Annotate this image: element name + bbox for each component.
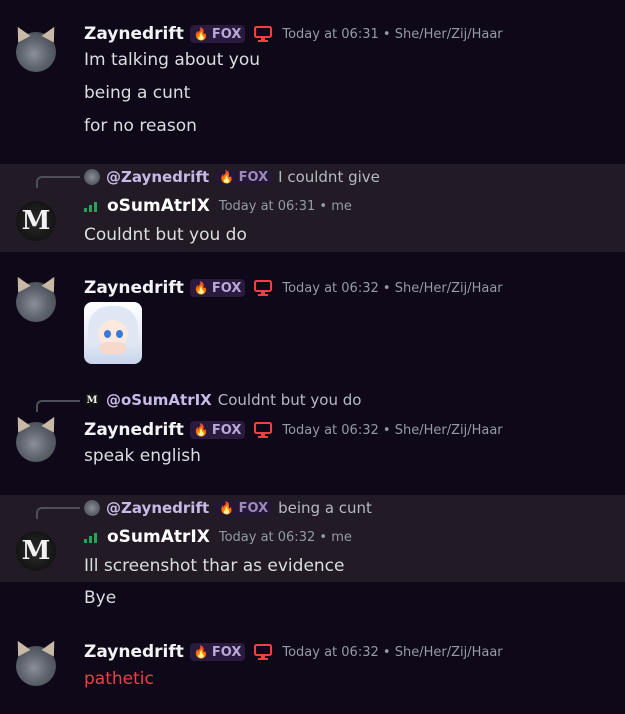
reply-text: I couldnt give xyxy=(278,168,380,186)
message-text: Im talking about you xyxy=(84,50,261,70)
message-group: @Zaynedrift 🔥 FOX I couldnt give M oSumA… xyxy=(0,164,625,252)
reply-preview[interactable]: M @oSumAtrIX Couldnt but you do xyxy=(84,391,361,409)
fox-tag: 🔥 FOX xyxy=(215,500,273,516)
reply-author[interactable]: @oSumAtrIX xyxy=(106,391,212,409)
fox-tag: 🔥 FOX xyxy=(189,25,246,43)
message-text: Ill screenshot thar as evidence xyxy=(84,556,345,576)
author-name[interactable]: Zaynedrift xyxy=(84,420,184,440)
flame-icon: 🔥 xyxy=(219,500,235,515)
message-text: being a cunt xyxy=(84,83,191,103)
reply-author[interactable]: @Zaynedrift xyxy=(106,499,209,517)
fox-tag: 🔥 FOX xyxy=(189,279,246,297)
reply-preview[interactable]: @Zaynedrift 🔥 FOX I couldnt give xyxy=(84,168,380,186)
message-text: pathetic xyxy=(84,669,154,689)
signal-icon xyxy=(84,200,97,212)
author-name[interactable]: Zaynedrift xyxy=(84,24,184,44)
signal-icon xyxy=(84,531,97,543)
avatar[interactable] xyxy=(16,646,56,686)
timestamp[interactable]: Today at 06:32 • me xyxy=(219,530,352,545)
avatar[interactable]: M xyxy=(16,201,56,241)
author-name[interactable]: Zaynedrift xyxy=(84,278,184,298)
timestamp[interactable]: Today at 06:31 • She/Her/Zij/Haar xyxy=(282,27,502,42)
fox-tag: 🔥 FOX xyxy=(189,643,246,661)
author-name[interactable]: oSumAtrIX xyxy=(107,527,210,547)
message-text: for no reason xyxy=(84,116,197,136)
reply-author[interactable]: @Zaynedrift xyxy=(106,168,209,186)
author-name[interactable]: oSumAtrIX xyxy=(107,196,210,216)
message-text: Couldnt but you do xyxy=(84,225,247,245)
reply-avatar xyxy=(84,169,100,185)
reply-spine xyxy=(36,400,80,412)
flame-icon: 🔥 xyxy=(193,423,209,437)
author-name[interactable]: Zaynedrift xyxy=(84,642,184,662)
timestamp[interactable]: Today at 06:31 • me xyxy=(219,199,352,214)
message-text: speak english xyxy=(84,446,201,466)
avatar[interactable]: M xyxy=(16,531,56,571)
reply-avatar xyxy=(84,500,100,516)
flame-icon: 🔥 xyxy=(193,281,209,295)
flame-icon: 🔥 xyxy=(193,645,209,659)
timestamp[interactable]: Today at 06:32 • She/Her/Zij/Haar xyxy=(282,645,502,660)
flame-icon: 🔥 xyxy=(193,27,209,41)
monitor-icon xyxy=(253,279,273,297)
reply-text: being a cunt xyxy=(278,499,372,517)
avatar[interactable] xyxy=(16,282,56,322)
message-group: @Zaynedrift 🔥 FOX being a cunt M oSumAtr… xyxy=(0,495,625,582)
flame-icon: 🔥 xyxy=(219,169,235,184)
fox-tag: 🔥 FOX xyxy=(215,169,273,185)
message-group: Zaynedrift 🔥 FOX Today at 06:32 • She/Her… xyxy=(0,630,625,714)
avatar[interactable] xyxy=(16,422,56,462)
timestamp[interactable]: Today at 06:32 • She/Her/Zij/Haar xyxy=(282,281,502,296)
anime-girl-sticker[interactable] xyxy=(84,302,142,364)
reply-spine xyxy=(36,507,80,519)
monitor-icon xyxy=(253,643,273,661)
monitor-icon xyxy=(253,25,273,43)
timestamp[interactable]: Today at 06:32 • She/Her/Zij/Haar xyxy=(282,423,502,438)
message-group: M @oSumAtrIX Couldnt but you do Zaynedri… xyxy=(0,388,625,484)
reply-text: Couldnt but you do xyxy=(217,391,362,409)
message-group: Zaynedrift 🔥 FOX Today at 06:32 • She/Her… xyxy=(0,264,625,374)
monitor-icon xyxy=(253,421,273,439)
reply-avatar: M xyxy=(84,392,100,408)
message-text: Bye xyxy=(84,588,117,608)
message-group: Zaynedrift 🔥 FOX Today at 06:31 • She/Her… xyxy=(0,0,625,150)
fox-tag: 🔥 FOX xyxy=(189,421,246,439)
avatar[interactable] xyxy=(16,32,56,72)
reply-preview[interactable]: @Zaynedrift 🔥 FOX being a cunt xyxy=(84,499,372,517)
reply-spine xyxy=(36,176,80,188)
